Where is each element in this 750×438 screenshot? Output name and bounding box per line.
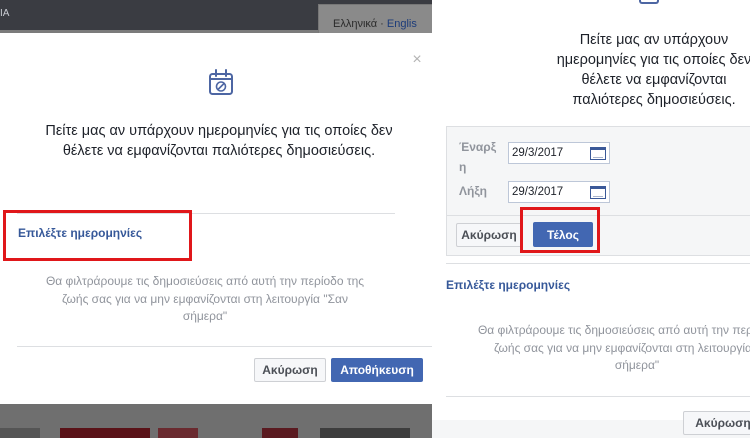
- end-date-label: Λήξη: [459, 184, 488, 198]
- highlight-box: [3, 210, 192, 261]
- language-current: Ελληνικά: [333, 18, 378, 30]
- filter-description: Θα φιλτράρουμε τις δημοσιεύσεις από αυτή…: [477, 323, 750, 372]
- background-image-strip: [320, 428, 410, 438]
- cancel-button[interactable]: Ακύρωση: [254, 358, 326, 382]
- start-date-label: Έναρξ η: [459, 137, 496, 177]
- start-date-label-part2: η: [459, 160, 467, 174]
- calendar-picker-icon[interactable]: [590, 147, 606, 160]
- language-separator: ·: [377, 18, 387, 30]
- choose-dates-link[interactable]: Επιλέξτε ημερομηνίες: [446, 278, 570, 292]
- close-icon[interactable]: ×: [410, 52, 424, 68]
- divider: [17, 346, 432, 347]
- divider: [446, 263, 750, 264]
- cancel-button[interactable]: Ακύρωση: [683, 411, 750, 435]
- start-date-value: 29/3/2017: [512, 147, 564, 159]
- calendar-icon: [209, 69, 233, 95]
- cancel-button[interactable]: Ακύρωση: [456, 223, 522, 247]
- background-top-text: ΙΑ: [0, 8, 10, 19]
- save-button[interactable]: Αποθήκευση: [331, 358, 423, 382]
- dialog-prompt-text: Πείτε μας αν υπάρχουν ημερομηνίες για τι…: [556, 32, 750, 108]
- start-date-input[interactable]: 29/3/2017: [508, 142, 610, 164]
- highlight-box: [520, 207, 600, 253]
- dates-dialog-right: Πείτε μας αν υπάρχουν ημερομηνίες για τι…: [432, 0, 750, 438]
- dates-dialog-left: × Πείτε μας αν υπάρχουν ημερομηνίες για …: [0, 33, 432, 404]
- divider: [446, 396, 750, 397]
- calendar-picker-icon[interactable]: [590, 186, 606, 199]
- start-date-label-part1: Έναρξ: [459, 140, 497, 154]
- background-image-strip: [262, 428, 298, 438]
- end-date-input[interactable]: 29/3/2017: [508, 181, 610, 203]
- end-date-value: 29/3/2017: [512, 186, 564, 198]
- background-image-strip: [158, 428, 198, 438]
- filter-description: Θα φιλτράρουμε τις δημοσιεύσεις από αυτή…: [45, 274, 365, 323]
- dialog-prompt: Πείτε μας αν υπάρχουν ημερομηνίες για τι…: [474, 30, 750, 110]
- calendar-icon: [639, 0, 659, 4]
- language-other-link[interactable]: Englis: [387, 18, 417, 30]
- dialog-prompt: Πείτε μας αν υπάρχουν ημερομηνίες για τι…: [45, 123, 393, 159]
- background-image-strip: [0, 428, 40, 438]
- background-image-strip: [60, 428, 150, 438]
